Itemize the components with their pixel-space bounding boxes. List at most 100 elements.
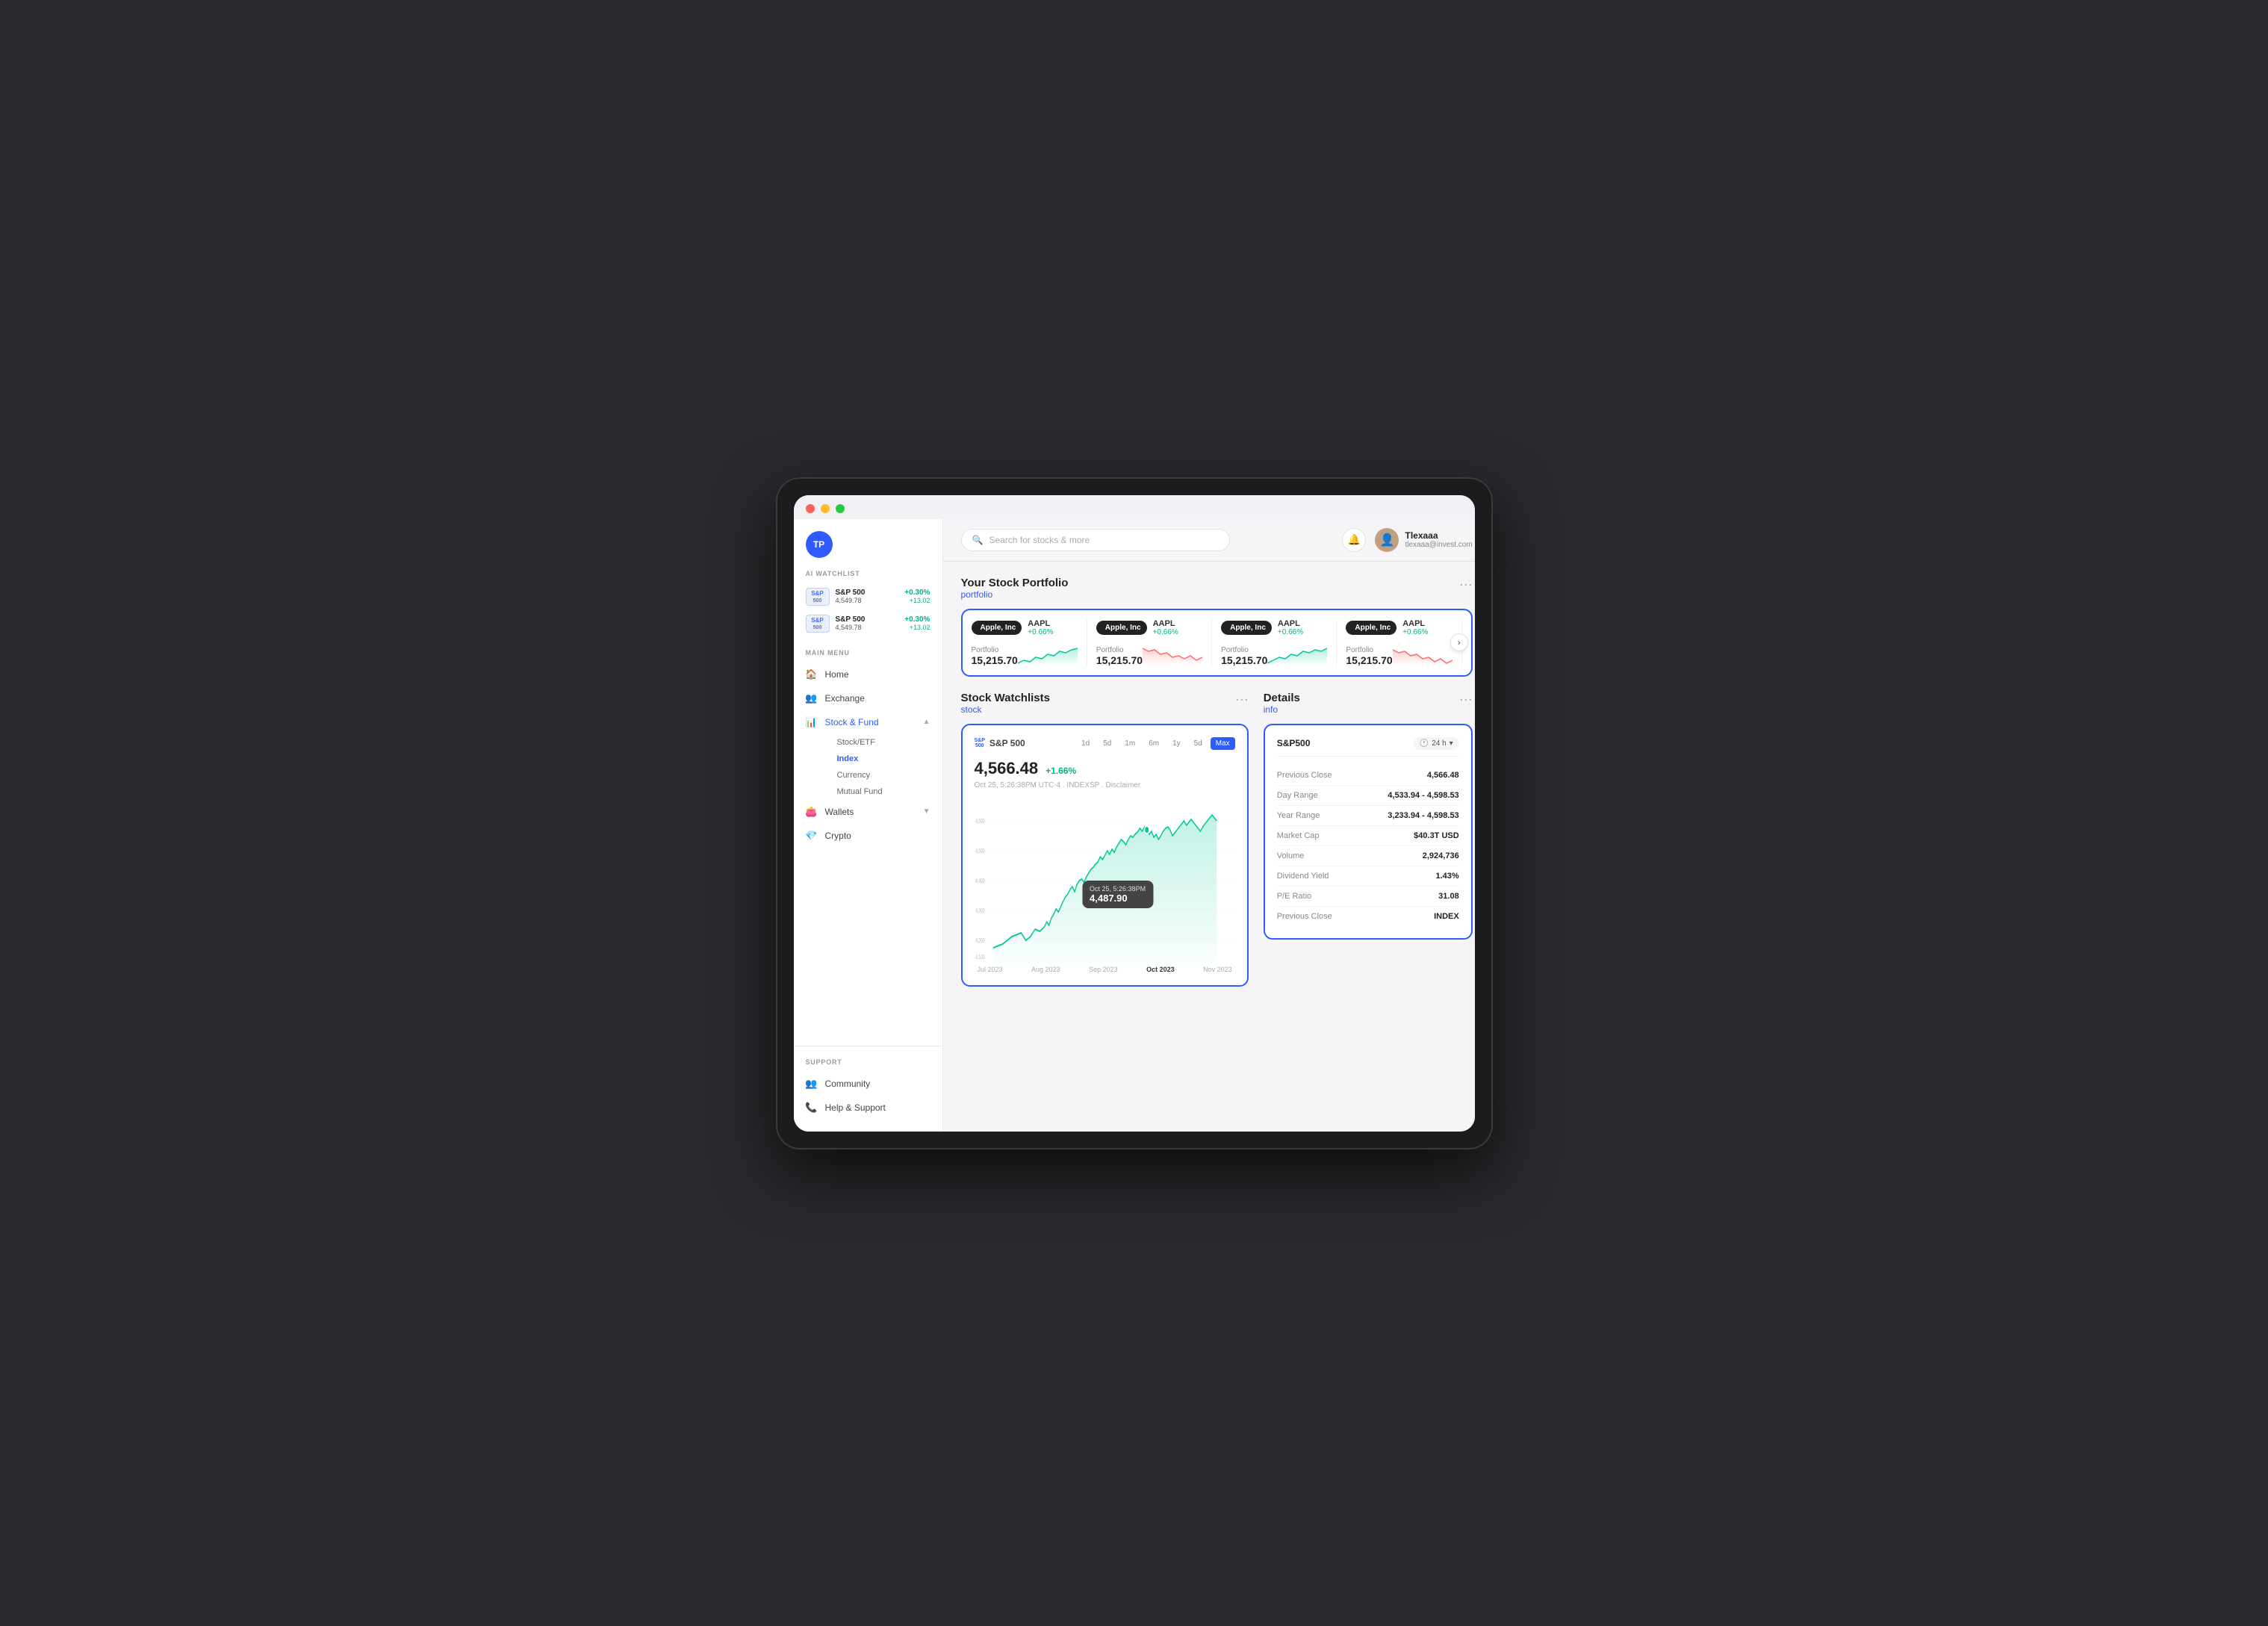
sidebar-item-index[interactable]: Index (825, 751, 942, 767)
header-right: 🔔 👤 Tlexaaa tlexaaa@invest.com (1342, 528, 1472, 552)
right-area: 🔍 Search for stocks & more 🔔 👤 Tlexaaa t… (943, 519, 1475, 1132)
portfolio-card-4-value-wrap: Portfolio 15,215.70 (1346, 646, 1392, 666)
watchlist-section-label: AI WATCHLIST (794, 570, 942, 577)
sidebar-item-currency[interactable]: Currency (825, 767, 942, 783)
stock-watchlist-section: Stock Watchlists stock ··· S&P (961, 692, 1249, 987)
portfolio-more-button[interactable]: ··· (1459, 577, 1473, 592)
details-more-button[interactable]: ··· (1459, 692, 1473, 707)
chart-container: S&P 500 S&P 500 1d 5d 1m (961, 724, 1249, 987)
detail-value-5: 1.43% (1435, 872, 1458, 881)
wallets-icon: 👛 (806, 806, 818, 818)
portfolio-header: Your Stock Portfolio portfolio ··· (961, 577, 1473, 600)
details-chevron-icon: ▾ (1450, 739, 1453, 748)
device-inner: TP AI WATCHLIST S&P 500 S&P 500 4,549.78… (794, 495, 1475, 1132)
portfolio-card-3-header: Apple, Inc AAPL +0.66% (1221, 619, 1327, 636)
portfolio-cards-container: Apple, Inc AAPL +0.66% Portfol (961, 609, 1473, 677)
watchlist-item-2[interactable]: S&P 500 S&P 500 4,549.78 +0.30% +13.02 (794, 610, 942, 637)
details-section-header: Details info ··· (1264, 692, 1473, 715)
stock-price: 4,566.48 (975, 759, 1039, 778)
user-details: Tlexaaa tlexaaa@invest.com (1405, 530, 1472, 549)
detail-row-5: Dividend Yield 1.43% (1277, 866, 1459, 887)
detail-label-4: Volume (1277, 851, 1305, 860)
apple-label-2: Apple, Inc (1105, 624, 1141, 632)
x-label-oct: Oct 2023 (1146, 966, 1175, 973)
portfolio-section: Your Stock Portfolio portfolio ··· (961, 577, 1473, 677)
details-time-label: 24 h (1432, 739, 1446, 748)
detail-row-4: Volume 2,924,736 (1277, 846, 1459, 866)
watchlist-item-1[interactable]: S&P 500 S&P 500 4,549.78 +0.30% +13.02 (794, 583, 942, 610)
user-email: tlexaaa@invest.com (1405, 541, 1472, 549)
portfolio-card-1-footer: Portfolio 15,215.70 (972, 642, 1078, 666)
time-btn-1m[interactable]: 1m (1119, 737, 1140, 750)
traffic-light-yellow[interactable] (821, 504, 830, 513)
portfolio-card-1[interactable]: Apple, Inc AAPL +0.66% Portfol (972, 619, 1087, 666)
notification-bell-button[interactable]: 🔔 (1342, 528, 1366, 552)
time-btn-1d[interactable]: 1d (1076, 737, 1095, 750)
watchlist-more-button[interactable]: ··· (1235, 692, 1249, 707)
watchlist-header-left: Stock Watchlists stock (961, 692, 1050, 715)
user-avatar: 👤 (1375, 528, 1399, 552)
search-placeholder-text: Search for stocks & more (989, 535, 1090, 545)
detail-value-1: 4,533.94 - 4,598.53 (1388, 791, 1458, 800)
detail-value-4: 2,924,736 (1423, 851, 1459, 860)
watchlist-info-2: S&P 500 4,549.78 (836, 615, 899, 631)
bottom-row: Stock Watchlists stock ··· S&P (961, 692, 1473, 987)
crypto-icon: 💎 (806, 830, 818, 842)
svg-text:4,500: 4,500 (975, 848, 985, 854)
sidebar-item-stock-fund[interactable]: 📊 Stock & Fund ▲ (794, 710, 942, 734)
sidebar-item-mutual-fund[interactable]: Mutual Fund (825, 783, 942, 800)
time-btn-6m[interactable]: 6m (1143, 737, 1164, 750)
apple-label-3: Apple, Inc (1230, 624, 1266, 632)
sidebar-item-wallets-label: Wallets (825, 807, 854, 817)
x-label-sep: Sep 2023 (1089, 966, 1118, 973)
chart-svg-wrapper: 4,500 4,500 4,400 4,300 4,200 4,100 (975, 798, 1235, 963)
detail-label-2: Year Range (1277, 811, 1320, 820)
portfolio-header-left: Your Stock Portfolio portfolio (961, 577, 1069, 600)
sidebar-item-help[interactable]: 📞 Help & Support (794, 1096, 942, 1120)
details-stock-header: S&P500 🕐 24 h ▾ (1277, 737, 1459, 757)
mini-chart-4 (1393, 642, 1453, 666)
sidebar-item-wallets[interactable]: 👛 Wallets ▼ (794, 800, 942, 824)
portfolio-card-4[interactable]: Apple, Inc AAPL +0.66% Portfol (1346, 619, 1461, 666)
search-icon: 🔍 (972, 535, 984, 545)
sub-nav-stock-fund: Stock/ETF Index Currency Mutual Fund (794, 734, 942, 800)
time-btn-5d[interactable]: 5d (1098, 737, 1116, 750)
sidebar-item-crypto[interactable]: 💎 Crypto (794, 824, 942, 848)
details-time-badge[interactable]: 🕐 24 h ▾ (1414, 737, 1459, 750)
watchlist-info-1: S&P 500 4,549.78 (836, 589, 899, 604)
apple-badge-1: Apple, Inc (972, 621, 1022, 635)
portfolio-card-3[interactable]: Apple, Inc AAPL +0.66% Portfol (1221, 619, 1337, 666)
stock-meta: Oct 25, 5:26:38PM UTC-4 . INDEXSP . Disc… (975, 781, 1235, 789)
svg-text:4,400: 4,400 (975, 878, 985, 884)
watchlist-change-1: +0.30% +13.02 (904, 589, 930, 604)
portfolio-scroll-next-button[interactable]: › (1450, 633, 1468, 651)
x-label-jul: Jul 2023 (978, 966, 1003, 973)
svg-text:4,300: 4,300 (975, 907, 985, 913)
time-btn-max[interactable]: Max (1211, 737, 1235, 750)
sidebar-item-exchange[interactable]: 👥 Exchange (794, 686, 942, 710)
traffic-light-red[interactable] (806, 504, 815, 513)
traffic-light-green[interactable] (836, 504, 845, 513)
details-sub: info (1264, 704, 1300, 715)
sidebar-item-stock-etf[interactable]: Stock/ETF (825, 734, 942, 751)
time-btn-5d2[interactable]: 5d (1189, 737, 1208, 750)
sidebar-item-community[interactable]: 👥 Community (794, 1072, 942, 1096)
sidebar-item-home[interactable]: 🏠 Home (794, 662, 942, 686)
portfolio-card-2-value-wrap: Portfolio 15,215.70 (1096, 646, 1143, 666)
detail-label-1: Day Range (1277, 791, 1318, 800)
x-label-aug: Aug 2023 (1031, 966, 1060, 973)
sidebar: TP AI WATCHLIST S&P 500 S&P 500 4,549.78… (794, 519, 943, 1132)
details-section: Details info ··· S&P500 🕐 (1264, 692, 1473, 987)
sidebar-item-exchange-label: Exchange (825, 693, 865, 704)
detail-value-0: 4,566.48 (1427, 771, 1459, 780)
app-container: TP AI WATCHLIST S&P 500 S&P 500 4,549.78… (794, 519, 1475, 1132)
portfolio-card-2[interactable]: Apple, Inc AAPL +0.66% Portfol (1096, 619, 1212, 666)
mini-chart-3 (1267, 642, 1327, 666)
detail-row-7: Previous Close INDEX (1277, 907, 1459, 926)
avatar[interactable]: TP (806, 531, 833, 558)
watchlist-section-header: Stock Watchlists stock ··· (961, 692, 1249, 715)
time-btn-1y[interactable]: 1y (1167, 737, 1186, 750)
detail-label-7: Previous Close (1277, 912, 1332, 921)
search-bar[interactable]: 🔍 Search for stocks & more (961, 529, 1230, 551)
detail-label-6: P/E Ratio (1277, 892, 1311, 901)
